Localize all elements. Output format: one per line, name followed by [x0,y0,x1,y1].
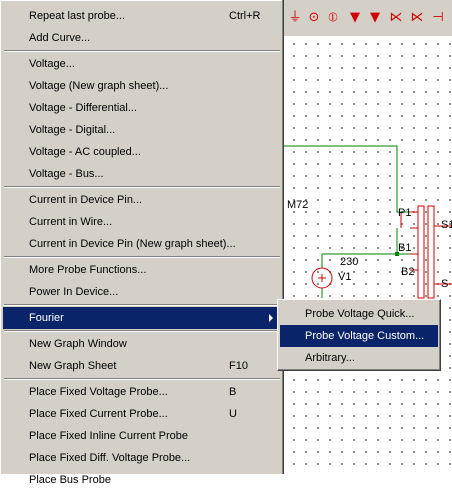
submenu-item-probe-voltage-custom[interactable]: Probe Voltage Custom... [280,325,438,347]
menu-item-voltage-differential[interactable]: Voltage - Differential... [3,97,281,119]
menu-item-label: Place Fixed Diff. Voltage Probe... [29,452,191,464]
menu-item-shortcut: U [229,408,237,420]
menu-item-place-fixed-diff-voltage-probe[interactable]: Place Fixed Diff. Voltage Probe... [3,447,281,469]
menu-item-power-in-device[interactable]: Power In Device... [3,281,281,303]
submenu-item-label: Arbitrary... [305,352,355,364]
plus-icon [318,274,326,282]
menu-item-label: New Graph Window [29,338,127,350]
submenu-item-label: Probe Voltage Quick... [305,308,415,320]
menu-item-shortcut: Ctrl+R [229,10,261,22]
source-name-label: V1 [338,271,352,283]
submenu-item-arbitrary[interactable]: Arbitrary... [280,347,438,369]
component-pins [410,211,418,271]
menu-item-place-fixed-current-probe[interactable]: Place Fixed Current Probe... U [3,403,281,425]
menu-separator [4,330,280,332]
menu-separator [4,186,280,188]
menu-item-label: Place Fixed Voltage Probe... [29,386,168,398]
menu-item-place-fixed-voltage-probe[interactable]: Place Fixed Voltage Probe... B [3,381,281,403]
menu-item-new-graph-window[interactable]: New Graph Window [3,333,281,355]
menu-item-place-fixed-inline-current-probe[interactable]: Place Fixed Inline Current Probe [3,425,281,447]
component-label-m72: M72 [287,199,309,211]
menu-item-fourier[interactable]: Fourier [3,307,281,329]
probe-context-menu: Repeat last probe... Ctrl+R Add Curve... Vo… [0,0,284,486]
menu-item-label: Current in Device Pin (New graph sheet).… [29,238,236,250]
menu-item-label: Voltage - Differential... [29,102,138,114]
menu-item-label: Current in Device Pin... [29,194,143,206]
menu-separator [4,304,280,306]
menu-item-voltage-digital[interactable]: Voltage - Digital... [3,119,281,141]
menu-item-label: Voltage - Bus... [29,168,104,180]
pin-label-s2: S [441,278,449,290]
pin-label-s1: S1 [441,219,452,231]
menu-separator [4,378,280,380]
menu-item-label: Power In Device... [29,286,119,298]
menu-item-label: Voltage - Digital... [29,124,116,136]
menu-item-label: Place Bus Probe [29,474,111,486]
submenu-item-label: Probe Voltage Custom... [305,330,425,342]
menu-separator [4,256,280,258]
menu-item-voltage[interactable]: Voltage... [3,53,281,75]
menu-item-shortcut: F10 [229,360,248,372]
menu-item-label: Place Fixed Current Probe... [29,408,168,420]
menu-item-label: Voltage (New graph sheet)... [29,80,169,92]
menu-item-current-in-device-pin[interactable]: Current in Device Pin... [3,189,281,211]
menu-item-voltage-new-graph-sheet[interactable]: Voltage (New graph sheet)... [3,75,281,97]
menu-item-label: Repeat last probe... [29,10,126,22]
menu-item-label: Add Curve... [29,32,91,44]
pin-label-p1: P1 [398,207,412,219]
menu-item-repeat-last-probe[interactable]: Repeat last probe... Ctrl+R [3,5,281,27]
submenu-item-probe-voltage-quick[interactable]: Probe Voltage Quick... [280,303,438,325]
menu-item-label: More Probe Functions... [29,264,147,276]
menu-item-label: Fourier [29,312,64,324]
menu-item-more-probe-functions[interactable]: More Probe Functions... [3,259,281,281]
menu-item-label: Voltage - AC coupled... [29,146,141,158]
menu-item-voltage-bus[interactable]: Voltage - Bus... [3,163,281,185]
menu-item-new-graph-sheet[interactable]: New Graph Sheet F10 [3,355,281,377]
menu-item-place-bus-probe[interactable]: Place Bus Probe [3,469,281,491]
menu-item-shortcut: B [229,386,237,398]
fourier-submenu: Probe Voltage Quick... Probe Voltage Cust… [277,299,441,371]
menu-item-current-in-wire[interactable]: Current in Wire... [3,211,281,233]
menu-separator [4,50,280,52]
menu-item-voltage-ac-coupled[interactable]: Voltage - AC coupled... [3,141,281,163]
menu-item-label: New Graph Sheet [29,360,117,372]
pin-label-b2: B2 [401,266,415,278]
transformer-core [427,205,435,299]
menu-item-label: Current in Wire... [29,216,113,228]
menu-item-add-curve[interactable]: Add Curve... [3,27,281,49]
submenu-arrow-icon [269,314,273,322]
component-pins [434,225,452,285]
transformer-core [417,205,425,299]
menu-item-label: Voltage... [29,58,75,70]
menu-item-label: Place Fixed Inline Current Probe [29,430,188,442]
pin-label-b1: B1 [398,242,412,254]
menu-item-current-in-device-pin-new-graph-sheet[interactable]: Current in Device Pin (New graph sheet).… [3,233,281,255]
source-value-label: 230 [340,256,359,268]
